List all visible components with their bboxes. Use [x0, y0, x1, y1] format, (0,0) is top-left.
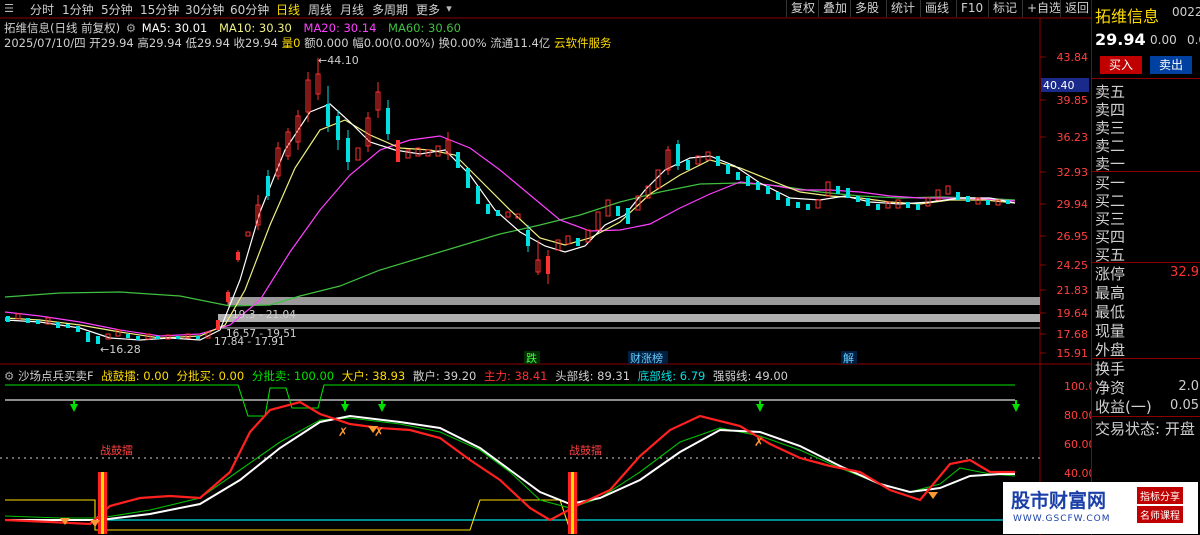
- event-drop-label[interactable]: 跌: [526, 351, 537, 365]
- stat-high-label: 最高: [1095, 284, 1126, 302]
- stat-net-asset-label: 净资: [1095, 379, 1126, 397]
- resistance-band: [228, 297, 1040, 305]
- current-price: 29.94: [1095, 30, 1146, 49]
- svg-text:✗: ✗: [754, 435, 764, 449]
- big-holder-line: [5, 414, 1015, 521]
- price-tick: 26.95: [1057, 230, 1089, 243]
- quote-panel: 拓维信息 00226 29.94 0.00 0.0 买入 卖出 卖五 卖四 卖三…: [1091, 0, 1200, 535]
- stat-limit-up-label: 涨停: [1095, 265, 1126, 283]
- stat-eps-value: 0.05: [1170, 398, 1199, 413]
- indicator-chart[interactable]: 战鼓擂 战鼓擂 ✗ ✗ ✗: [0, 380, 1040, 535]
- ma10-line: [4, 119, 1016, 339]
- sell-button[interactable]: 卖出: [1150, 56, 1192, 74]
- watermark-tag: 名师课程: [1137, 506, 1183, 523]
- stat-eps-label: 收益(一): [1095, 398, 1152, 416]
- price-tick: 17.68: [1057, 328, 1089, 341]
- trade-status: 交易状态: 开盘: [1095, 420, 1195, 438]
- batch-buy-line: [5, 499, 571, 531]
- price-tick: 39.85: [1057, 94, 1089, 107]
- stock-code: 00226: [1172, 5, 1200, 19]
- watermark-url: WWW.GSCFW.COM: [1013, 514, 1111, 524]
- stat-outer-label: 外盘: [1095, 341, 1126, 359]
- stat-low-label: 最低: [1095, 303, 1126, 321]
- watermark-tag: 指标分享: [1137, 487, 1183, 504]
- price-change: 0.00: [1150, 33, 1177, 47]
- price-tick: 32.93: [1057, 166, 1089, 179]
- event-unlock-label[interactable]: 解: [843, 351, 854, 365]
- range-annotation-1: 19.3 - 21.04: [232, 309, 296, 321]
- retail-line: [4, 417, 1016, 519]
- main-force-line: [4, 400, 1015, 526]
- diamond-icons: ✗ ✗ ✗: [60, 425, 938, 527]
- ma60-line: [4, 182, 1016, 307]
- price-tick: 15.91: [1057, 347, 1089, 360]
- stat-turnover-label: 换手: [1095, 360, 1126, 378]
- battle-drum-label: 战鼓擂: [100, 443, 133, 457]
- price-tick: 19.64: [1057, 307, 1089, 320]
- price-tick: 36.23: [1057, 131, 1089, 144]
- price-tick: 24.25: [1057, 259, 1089, 272]
- low-annotation: ←16.28: [100, 343, 141, 356]
- current-price-label: 40.40: [1043, 79, 1075, 92]
- stat-volume-label: 现量: [1095, 322, 1126, 340]
- ma20-line: [4, 135, 1016, 337]
- stat-limit-up-value: 32.9: [1170, 265, 1199, 280]
- event-fund-label[interactable]: 财涨榜: [630, 351, 663, 365]
- buy-button[interactable]: 买入: [1100, 56, 1142, 74]
- battle-drum-label: 战鼓擂: [569, 443, 602, 457]
- price-tick: 29.94: [1057, 198, 1089, 211]
- support-band: [218, 314, 1040, 322]
- range-annotation-3: 17.84 - 17.91: [214, 336, 285, 348]
- sell-arrow-icons: [70, 400, 1020, 412]
- stat-net-asset-value: 2.0: [1178, 379, 1199, 394]
- svg-text:✗: ✗: [374, 425, 384, 439]
- price-change-pct: 0.0: [1187, 33, 1200, 47]
- svg-text:✗: ✗: [338, 425, 348, 439]
- high-annotation: ←44.10: [318, 54, 359, 67]
- stock-name: 拓维信息: [1095, 7, 1160, 26]
- watermark-logo: 股市财富网 指标分享 名师课程 WWW.GSCFW.COM: [1003, 482, 1198, 534]
- price-tick: 43.84: [1057, 51, 1089, 64]
- watermark-brand: 股市财富网: [1011, 490, 1107, 512]
- price-tick: 21.83: [1057, 284, 1089, 297]
